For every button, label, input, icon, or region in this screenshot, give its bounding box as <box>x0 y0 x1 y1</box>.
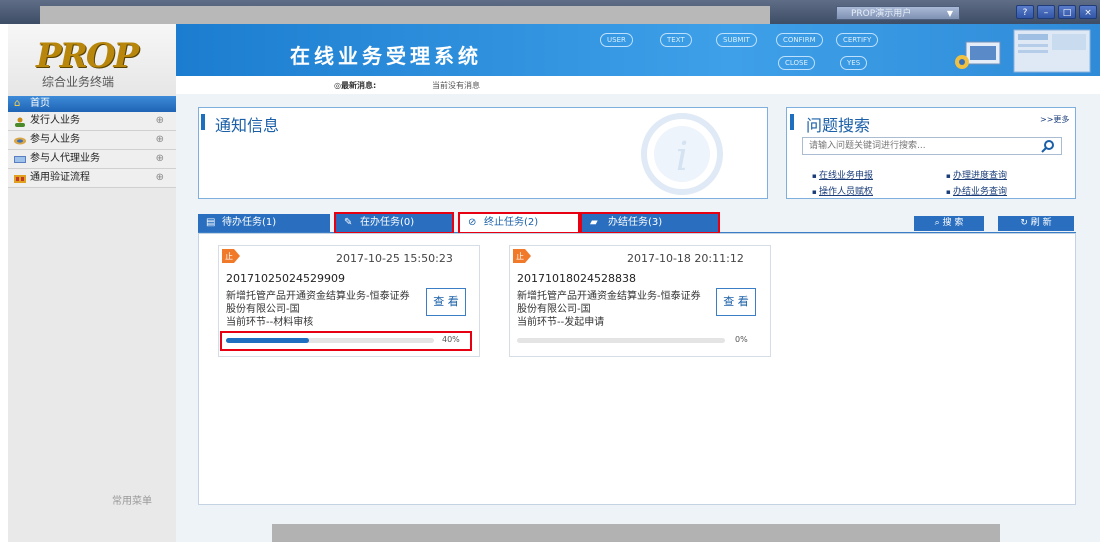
refresh-icon: ↻ <box>1020 218 1031 228</box>
link-text[interactable]: 办结业务查询 <box>953 187 1007 197</box>
task-id: 20171025024529909 <box>226 272 345 285</box>
link-finished-query[interactable]: ▪ 办结业务查询 <box>946 179 1007 198</box>
flow-step: CLOSE <box>778 56 815 70</box>
search-input[interactable] <box>802 137 1062 155</box>
person-icon <box>14 116 26 127</box>
sidebar-item-agent[interactable]: 参与人代理业务 ⊕ <box>8 150 176 169</box>
latest-message-label: ◎最新消息: <box>334 81 377 90</box>
flow-step: CONFIRM <box>776 33 823 47</box>
refresh-button-label: 刷 新 <box>1030 218 1052 228</box>
handshake-icon <box>14 135 26 145</box>
search-title-marker <box>790 114 794 130</box>
flow-step: CERTIFY <box>836 33 879 47</box>
more-link[interactable]: >>更多 <box>1040 114 1069 125</box>
sidebar-item-verification[interactable]: 通用验证流程 ⊕ <box>8 169 176 188</box>
maximize-button[interactable]: □ <box>1058 5 1076 19</box>
search-title: 问题搜索 <box>806 116 871 135</box>
tab-pending[interactable]: ▤ 待办任务(1) <box>198 214 330 232</box>
task-desc: 新增托管产品开通资金结算业务-恒泰证券股份有限公司-国 当前环节--发起申请 <box>517 290 707 329</box>
common-menu-label[interactable]: 常用菜单 <box>112 492 152 507</box>
tab-completed[interactable]: ▰ 办结任务(3) <box>580 212 720 234</box>
progress-fill <box>226 338 310 343</box>
folder-icon: ▰ <box>590 217 598 228</box>
user-select-value: PROP演示用户 <box>851 9 912 19</box>
expand-icon[interactable]: ⊕ <box>156 131 164 149</box>
sidebar-item-label: 参与人业务 <box>30 134 80 145</box>
minimize-button[interactable]: – <box>1037 5 1055 19</box>
link-operator-auth[interactable]: ▪ 操作人员赋权 <box>812 179 873 198</box>
close-button[interactable]: × <box>1079 5 1097 19</box>
tab-terminated[interactable]: ⊘ 终止任务(2) <box>458 212 580 234</box>
chevron-down-icon: ▼ <box>946 9 953 18</box>
expand-icon[interactable]: ⊕ <box>156 150 164 168</box>
progress-percent: 0% <box>735 335 748 344</box>
notice-title: 通知信息 <box>215 116 280 135</box>
latest-message-value: 当前没有消息 <box>432 81 480 90</box>
progress-bar <box>517 338 725 343</box>
sidebar-item-participant[interactable]: 参与人业务 ⊕ <box>8 131 176 150</box>
search-button[interactable]: ⌕ 搜 索 <box>914 216 984 231</box>
expand-icon[interactable]: ⊕ <box>156 112 164 130</box>
link-text[interactable]: 操作人员赋权 <box>819 187 873 197</box>
flow-step: SUBMIT <box>716 33 757 47</box>
task-desc: 新增托管产品开通资金结算业务-恒泰证券股份有限公司-国 当前环节--材料审核 <box>226 290 416 329</box>
notice-panel: i <box>198 107 768 199</box>
task-id: 20171018024528838 <box>517 272 636 285</box>
task-desc-text: 新增托管产品开通资金结算业务-恒泰证券股份有限公司-国 <box>517 291 701 315</box>
tab-label: 终止任务(2) <box>484 217 539 228</box>
progress-bar <box>226 338 434 343</box>
tag-icon: 止 <box>222 249 240 263</box>
task-step: 当前环节--发起申请 <box>517 317 605 328</box>
svg-text:止: 止 <box>225 251 233 261</box>
notice-title-marker <box>201 114 205 130</box>
sidebar-item-label: 参与人代理业务 <box>30 153 100 164</box>
page-title: 在线业务受理系统 <box>290 44 482 68</box>
progress-percent: 40% <box>442 335 460 344</box>
list-icon: ▤ <box>206 217 216 228</box>
search-button-label: 搜 索 <box>942 218 964 228</box>
help-button[interactable]: ? <box>1016 5 1034 19</box>
tag-icon: 止 <box>513 249 531 263</box>
svg-text:i: i <box>676 134 689 180</box>
svg-text:止: 止 <box>516 251 524 261</box>
message-bar <box>176 76 1100 94</box>
monitor-icon <box>14 154 26 164</box>
refresh-button[interactable]: ↻ 刷 新 <box>998 216 1074 231</box>
tab-label: 待办任务(1) <box>222 217 277 228</box>
sidebar-item-issuer[interactable]: 发行人业务 ⊕ <box>8 112 176 131</box>
tab-in-progress[interactable]: ✎ 在办任务(0) <box>334 212 454 234</box>
computer-illustration-icon <box>955 29 1091 73</box>
redaction-bar-bottom <box>272 524 1000 542</box>
sidebar-item-home[interactable]: ⌂ 首页 <box>8 96 176 112</box>
info-watermark-icon: i <box>641 113 723 195</box>
flow-step: YES <box>840 56 868 70</box>
logo: PROP <box>36 36 139 76</box>
sidebar-item-label: 通用验证流程 <box>30 172 90 183</box>
task-time: 2017-10-18 20:11:12 <box>627 252 744 265</box>
task-time: 2017-10-25 15:50:23 <box>336 252 453 265</box>
sidebar-item-label: 发行人业务 <box>30 115 80 126</box>
tab-label: 办结任务(3) <box>608 217 663 228</box>
tab-label: 在办任务(0) <box>360 217 415 228</box>
pencil-icon: ✎ <box>344 217 353 228</box>
view-button[interactable]: 查 看 <box>716 288 756 316</box>
search-icon[interactable] <box>1040 139 1056 153</box>
stop-icon: ⊘ <box>468 217 477 228</box>
home-icon: ⌂ <box>14 98 21 109</box>
task-step: 当前环节--材料审核 <box>226 317 314 328</box>
view-button[interactable]: 查 看 <box>426 288 466 316</box>
flow-step: TEXT <box>660 33 692 47</box>
user-select[interactable]: PROP演示用户 ▼ <box>836 6 960 20</box>
expand-icon[interactable]: ⊕ <box>156 169 164 187</box>
app-subtitle: 综合业务终端 <box>42 75 115 89</box>
grid-icon <box>14 173 26 183</box>
flow-step: USER <box>600 33 633 47</box>
task-desc-text: 新增托管产品开通资金结算业务-恒泰证券股份有限公司-国 <box>226 291 410 315</box>
search-icon: ⌕ <box>934 218 943 228</box>
sidebar-item-label: 首页 <box>30 98 50 109</box>
redaction-bar-top <box>40 6 770 26</box>
